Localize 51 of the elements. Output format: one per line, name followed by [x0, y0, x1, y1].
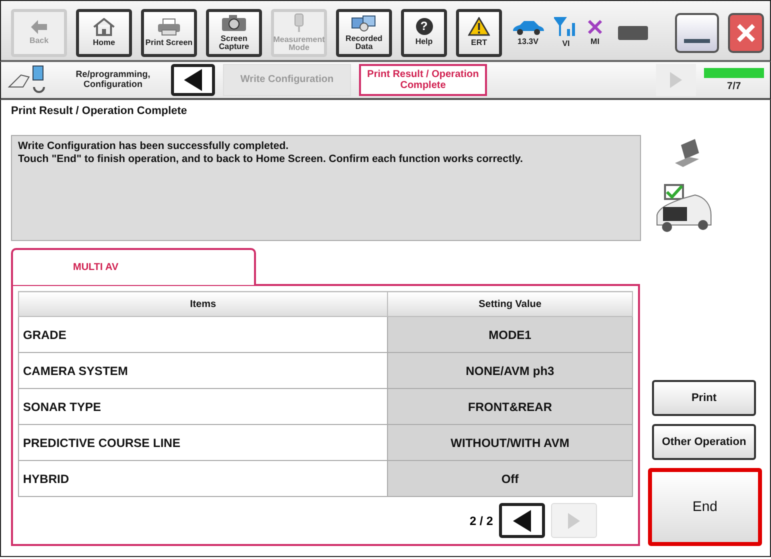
right-triangle-icon: [670, 72, 682, 88]
message-text: Touch "End" to finish operation, and to back to Home Screen. Confirm each function works correctly.: [18, 153, 524, 166]
cross-icon: [587, 19, 603, 35]
step-tab[interactable]: Print Result / Operation Complete: [359, 64, 487, 96]
minimize-button[interactable]: [675, 12, 719, 52]
toolbar-button[interactable]: Home: [76, 8, 132, 56]
step-count: 7/7: [727, 81, 741, 92]
action-button[interactable]: End: [648, 468, 762, 546]
toolbar-button[interactable]: Recorded Data: [336, 8, 392, 56]
item-cell: GRADE: [18, 316, 388, 352]
car-icon: [511, 19, 545, 35]
house-icon: [93, 18, 115, 36]
status-label: VI: [562, 39, 570, 48]
back-button[interactable]: [171, 64, 215, 96]
action-button[interactable]: Other Operation: [652, 424, 756, 460]
value-cell: Off: [388, 460, 632, 496]
item-cell: PREDICTIVE COURSE LINE: [18, 424, 388, 460]
action-button[interactable]: Print: [652, 380, 756, 416]
item-cell: SONAR TYPE: [18, 388, 388, 424]
toolbar-button[interactable]: ? Help: [401, 8, 447, 56]
value-cell: WITHOUT/WITH AVM: [388, 424, 632, 460]
signal-icon: [554, 17, 578, 37]
page-title: Print Result / Operation Complete: [11, 104, 188, 119]
battery-icon: [618, 26, 648, 40]
toolbar-button[interactable]: Screen Capture: [206, 8, 262, 56]
previous-page-button[interactable]: [499, 503, 545, 538]
page-count: 2 / 2: [470, 514, 493, 528]
back-arrow-icon: [31, 20, 47, 34]
tab[interactable]: MULTI AV: [11, 248, 256, 285]
help-icon: ?: [416, 18, 432, 36]
toolbar-button[interactable]: ERT: [456, 8, 502, 56]
value-cell: NONE/AVM ph3: [388, 352, 632, 388]
column-header: Setting Value: [388, 292, 632, 316]
right-triangle-icon: [568, 512, 580, 528]
function-title: Re/programming, Configuration: [74, 70, 152, 90]
close-button[interactable]: [728, 12, 764, 52]
value-cell: MODE1: [388, 316, 632, 352]
printer-icon: [157, 18, 181, 36]
status-label: MI: [590, 37, 600, 46]
item-cell: HYBRID: [18, 460, 388, 496]
column-header: Items: [18, 292, 388, 316]
toolbar-button[interactable]: Print Screen: [141, 8, 197, 56]
item-cell: CAMERA SYSTEM: [18, 352, 388, 388]
warning-icon: [468, 17, 490, 36]
folders-icon: [350, 14, 378, 32]
status-label: 13.3V: [518, 37, 538, 46]
left-triangle-icon: [513, 510, 531, 532]
message-text: Write Configuration has been successfully completed.: [18, 140, 290, 154]
camera-icon: [221, 14, 247, 32]
left-triangle-icon: [184, 69, 202, 91]
value-cell: FRONT&REAR: [388, 388, 632, 424]
